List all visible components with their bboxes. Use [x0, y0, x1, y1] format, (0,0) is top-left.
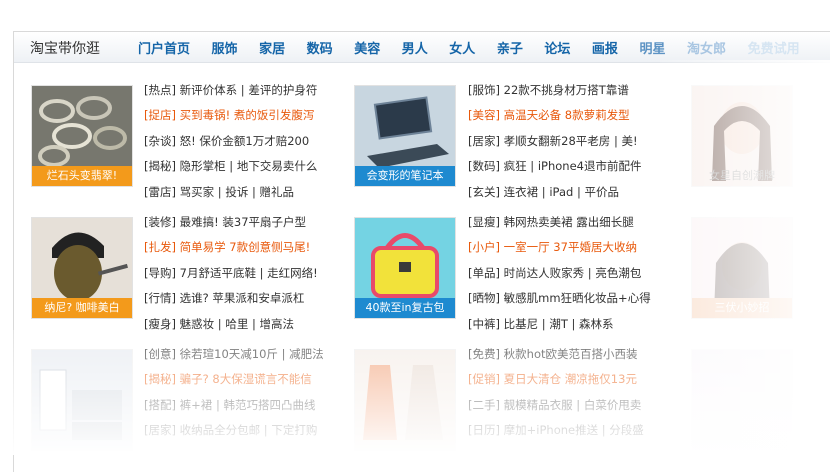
tile-caption: 烂石头变翡翠!	[32, 166, 132, 186]
link-line[interactable]: [促销] 夏日大清仓 潮凉拖仅13元	[468, 372, 637, 386]
tile-caption: 纳尼? 咖啡美白	[32, 298, 132, 318]
brand-title: 淘宝带你逛	[30, 41, 100, 57]
photo-image	[692, 350, 792, 450]
link-line[interactable]: [美容] 高温天必备 8款萝莉发型	[468, 108, 630, 122]
link-line[interactable]: [装修] 最难搞! 装37平扇子户型	[144, 215, 306, 229]
tile-links-3: [装修] 最难搞! 装37平扇子户型 [扎发] 简单易学 7款创意侧马尾! [导…	[144, 210, 329, 337]
tile-thumb-coffee-mask[interactable]: 纳尼? 咖啡美白	[31, 217, 133, 319]
tile-links-5: [创意] 徐若瑄10天减10斤 | 减肥法 [揭秘] 骗子? 8大保湿谎言不能信…	[144, 342, 329, 444]
nav-item-men[interactable]: 男人	[402, 42, 428, 57]
tile-links-6: [免费] 秋款hot欧美范百搭小西装 [促销] 夏日大清仓 潮凉拖仅13元 [二…	[468, 342, 653, 444]
tile-thumb-stones[interactable]: 烂石头变翡翠!	[31, 85, 133, 187]
link-line[interactable]: [揭秘] 骗子? 8大保湿谎言不能信	[144, 372, 312, 386]
nav-item-home-living[interactable]: 家居	[259, 42, 285, 57]
tile-thumb-star-brand[interactable]: 女星自创潮牌	[691, 85, 793, 187]
nav-item-models[interactable]: 淘女郎	[687, 42, 726, 57]
link-line[interactable]: [杂谈] 怒! 保价金额1万才赔200	[144, 134, 309, 148]
tile-thumb-laptop[interactable]: 会变形的笔记本	[354, 85, 456, 187]
nav-item-beauty[interactable]: 美容	[354, 42, 380, 57]
nav-item-digital[interactable]: 数码	[307, 42, 333, 57]
tile-thumb-dresses[interactable]	[354, 349, 456, 451]
link-line[interactable]: [导购] 7月舒适平底鞋 | 走红网络!	[144, 266, 318, 280]
link-line[interactable]: [搭配] 裤+裙 | 韩范巧搭四凸曲线	[144, 398, 315, 412]
nav-item-free-trial[interactable]: 免费试用	[748, 42, 800, 57]
link-line[interactable]: [数码] 疯狂 | iPhone4退市前配件	[468, 159, 641, 173]
link-line[interactable]: [二手] 靓模精品衣服 | 白菜价甩卖	[468, 398, 641, 412]
link-line[interactable]: [免费] 秋款hot欧美范百搭小西装	[468, 347, 638, 361]
link-line[interactable]: [雷店] 骂买家 | 投诉 | 赠礼品	[144, 185, 294, 199]
nav-item-pictorial[interactable]: 画报	[592, 42, 618, 57]
tile-caption: 三伏小妙招	[692, 298, 792, 318]
nav-item-women[interactable]: 女人	[449, 42, 475, 57]
link-line[interactable]: [揭秘] 隐形掌柜 | 地下交易卖什么	[144, 159, 317, 173]
tile-links-1: [热点] 新评价体系 | 差评的护身符 [捉店] 买到毒锅! 煮的饭引发腹泻 […	[144, 78, 329, 205]
link-line[interactable]: [创意] 徐若瑄10天减10斤 | 减肥法	[144, 347, 324, 361]
room-image	[32, 350, 132, 450]
tile-caption: 会变形的笔记本	[355, 166, 455, 186]
tile-thumb-retro-bag[interactable]: 40款至in复古包	[354, 217, 456, 319]
link-line[interactable]: [捉店] 买到毒锅! 煮的饭引发腹泻	[144, 108, 314, 122]
nav-item-fashion[interactable]: 服饰	[212, 42, 238, 57]
link-line[interactable]: [瘦身] 魅惑妆 | 哈里 | 增高法	[144, 317, 294, 331]
link-line[interactable]: [居家] 收纳品全分包邮 | 下定打购	[144, 423, 317, 437]
channel-navbar: 淘宝带你逛 门户首页 服饰 家居 数码 美容 男人 女人 亲子 论坛 画报 明星…	[14, 32, 830, 63]
link-line[interactable]: [热点] 新评价体系 | 差评的护身符	[144, 83, 317, 97]
link-line[interactable]: [小户] 一室一厅 37平婚居大收纳	[468, 240, 637, 254]
tile-links-4: [显瘦] 韩网热卖美裙 露出细长腿 [小户] 一室一厅 37平婚居大收纳 [单品…	[468, 210, 653, 337]
tile-caption: 40款至in复古包	[355, 298, 455, 318]
link-line[interactable]: [服饰] 22款不挑身材万搭T靠谱	[468, 83, 629, 97]
tile-links-2: [服饰] 22款不挑身材万搭T靠谱 [美容] 高温天必备 8款萝莉发型 [居家]…	[468, 78, 653, 205]
link-line[interactable]: [显瘦] 韩网热卖美裙 露出细长腿	[468, 215, 634, 229]
link-line[interactable]: [晒物] 敏感肌mm狂晒化妆品+心得	[468, 291, 651, 305]
nav-item-home[interactable]: 门户首页	[138, 42, 190, 57]
link-line[interactable]: [中裤] 比基尼 | 潮T | 森林系	[468, 317, 614, 331]
dresses-image	[355, 350, 455, 450]
link-line[interactable]: [居家] 孝顺女翻新28平老房 | 美!	[468, 134, 638, 148]
channel-nav: 门户首页 服饰 家居 数码 美容 男人 女人 亲子 论坛 画报 明星 淘女郎 免…	[138, 38, 817, 57]
tile-caption: 女星自创潮牌	[709, 169, 775, 182]
link-line[interactable]: [行情] 选谁? 苹果派和安卓派杠	[144, 291, 304, 305]
link-line[interactable]: [单品] 时尚达人败家秀 | 亮色潮包	[468, 266, 641, 280]
link-line[interactable]: [扎发] 简单易学 7款创意侧马尾!	[144, 240, 310, 254]
nav-item-stars[interactable]: 明星	[639, 42, 665, 57]
tile-thumb-faded[interactable]	[691, 349, 793, 451]
tile-thumb-room[interactable]	[31, 349, 133, 451]
tile-thumb-summer-tips[interactable]: 三伏小妙招	[691, 217, 793, 319]
link-line[interactable]: [日历] 摩加+iPhone推送 | 分段盛	[468, 423, 644, 437]
nav-item-forum[interactable]: 论坛	[544, 42, 570, 57]
link-line[interactable]: [玄关] 连衣裙 | iPad | 平价品	[468, 185, 619, 199]
nav-item-parenting[interactable]: 亲子	[497, 42, 523, 57]
